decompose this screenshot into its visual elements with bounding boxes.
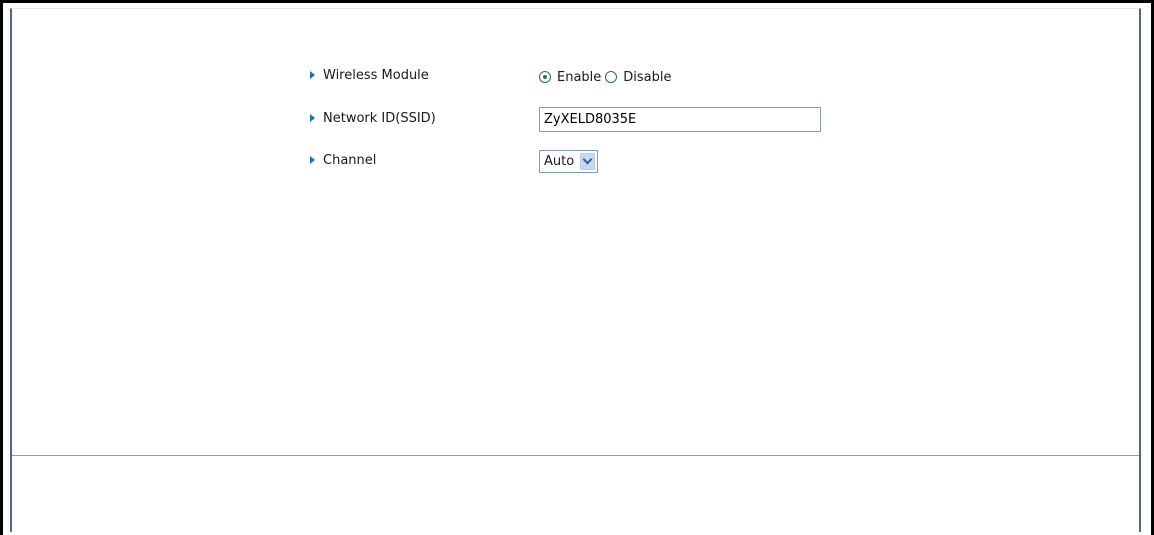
disable-radio[interactable] xyxy=(605,71,618,83)
wireless-module-label-container: Wireless Module xyxy=(310,67,429,85)
wireless-module-control: Enable Disable xyxy=(539,64,676,86)
ssid-label: Network ID(SSID) xyxy=(323,111,436,126)
channel-select[interactable]: Auto xyxy=(539,150,599,173)
channel-label: Channel xyxy=(323,153,377,168)
disable-radio-label[interactable]: Disable xyxy=(623,70,671,85)
chevron-down-icon[interactable] xyxy=(580,153,596,170)
footer-divider xyxy=(12,455,1139,456)
channel-row: Channel Auto xyxy=(310,149,910,173)
enable-radio-label[interactable]: Enable xyxy=(557,70,601,85)
wireless-module-label: Wireless Module xyxy=(323,68,429,83)
channel-selected-value: Auto xyxy=(544,154,575,169)
frame-top-border xyxy=(0,0,1154,3)
ssid-row: Network ID(SSID) xyxy=(310,107,910,132)
channel-control: Auto xyxy=(539,149,599,173)
wireless-module-radio-group: Enable Disable xyxy=(539,66,676,88)
enable-radio[interactable] xyxy=(539,71,551,83)
triangle-right-icon xyxy=(310,71,315,79)
wireless-module-row: Wireless Module Enable Disable xyxy=(310,64,910,86)
ssid-input[interactable] xyxy=(539,107,821,132)
channel-label-container: Channel xyxy=(310,152,376,170)
triangle-right-icon xyxy=(310,114,315,122)
ssid-control xyxy=(539,107,821,132)
page-frame: Wireless Module Enable Disable Network I… xyxy=(0,0,1154,535)
ssid-label-container: Network ID(SSID) xyxy=(310,110,436,128)
frame-left-border xyxy=(0,0,3,535)
settings-panel: Wireless Module Enable Disable Network I… xyxy=(10,8,1141,532)
triangle-right-icon xyxy=(310,156,315,164)
